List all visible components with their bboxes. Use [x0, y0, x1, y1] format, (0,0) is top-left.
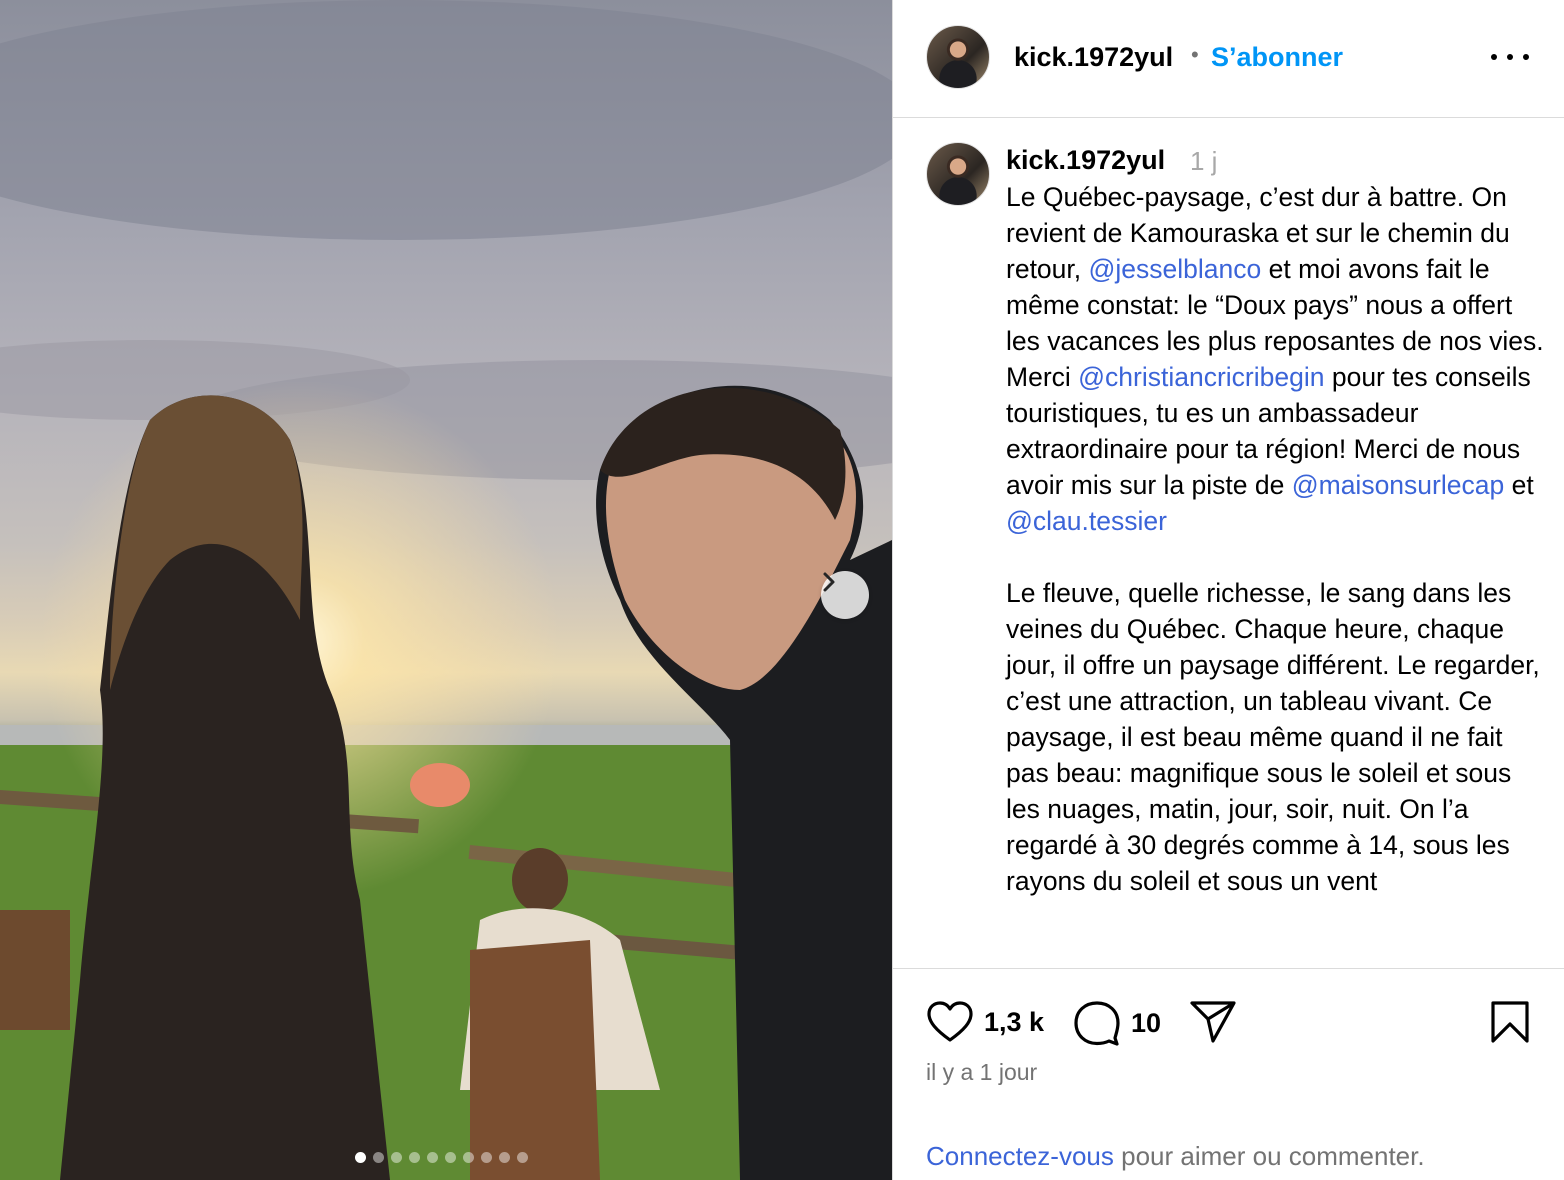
paper-plane-icon [1190, 1001, 1236, 1043]
header-separator: • [1191, 42, 1199, 67]
like-button[interactable]: 1,3 k [926, 1000, 1044, 1044]
carousel-dot [499, 1152, 510, 1163]
post-timestamp[interactable]: il y a 1 jour [926, 1059, 1037, 1086]
carousel-indicator [355, 1152, 528, 1163]
mention-link[interactable]: @christiancricribegin [1078, 362, 1324, 392]
caption-time[interactable]: 1 j [1190, 146, 1217, 177]
caption-text: Le Québec-paysage, c’est dur à battre. O… [1006, 179, 1551, 899]
save-button[interactable] [1490, 1000, 1530, 1044]
carousel-dot [409, 1152, 420, 1163]
follow-button[interactable]: S’abonner [1211, 42, 1343, 73]
post-actions: 1,3 k 10 il y a 1 jour Connectez-vous po… [893, 968, 1564, 1180]
bookmark-icon [1491, 1001, 1529, 1043]
carousel-dot [427, 1152, 438, 1163]
caption-section[interactable]: kick.1972yul 1 j Le Québec-paysage, c’es… [893, 118, 1564, 968]
carousel-next-button[interactable] [821, 571, 869, 619]
caption-segment: et [1504, 470, 1542, 500]
carousel-dot [463, 1152, 474, 1163]
mention-link[interactable]: @jesselblanco [1089, 254, 1262, 284]
heart-icon [927, 1001, 973, 1042]
comment-button[interactable]: 10 [1073, 1000, 1161, 1046]
login-link[interactable]: Connectez-vous [926, 1141, 1114, 1171]
more-options-icon[interactable] [1491, 44, 1529, 70]
post-side-panel: kick.1972yul • S’abonner kick.1972yul 1 … [892, 0, 1564, 1180]
carousel-dot [391, 1152, 402, 1163]
login-prompt: Connectez-vous pour aimer ou commenter. [926, 1141, 1425, 1172]
carousel-dot [355, 1152, 366, 1163]
mention-link[interactable]: @clau.tessier [1006, 506, 1167, 536]
post-photo[interactable] [0, 0, 892, 1180]
carousel-dot [373, 1152, 384, 1163]
avatar[interactable] [926, 25, 990, 89]
caption-avatar[interactable] [926, 142, 990, 206]
login-prompt-text: pour aimer ou commenter. [1113, 1141, 1425, 1171]
share-button[interactable] [1189, 1000, 1237, 1044]
caption-paragraph: Le fleuve, quelle richesse, le sang dans… [1006, 578, 1548, 896]
header-username[interactable]: kick.1972yul [1014, 42, 1173, 73]
chevron-right-icon [823, 572, 835, 592]
carousel-dot [517, 1152, 528, 1163]
carousel-dot [445, 1152, 456, 1163]
comment-bubble-icon [1074, 1001, 1120, 1046]
comment-count[interactable]: 10 [1131, 1008, 1161, 1039]
mention-link[interactable]: @maisonsurlecap [1292, 470, 1505, 500]
carousel-dot [481, 1152, 492, 1163]
photo-scene [0, 0, 892, 1180]
post-header: kick.1972yul • S’abonner [893, 0, 1564, 118]
like-count[interactable]: 1,3 k [984, 1007, 1044, 1038]
caption-username[interactable]: kick.1972yul [1006, 145, 1165, 176]
